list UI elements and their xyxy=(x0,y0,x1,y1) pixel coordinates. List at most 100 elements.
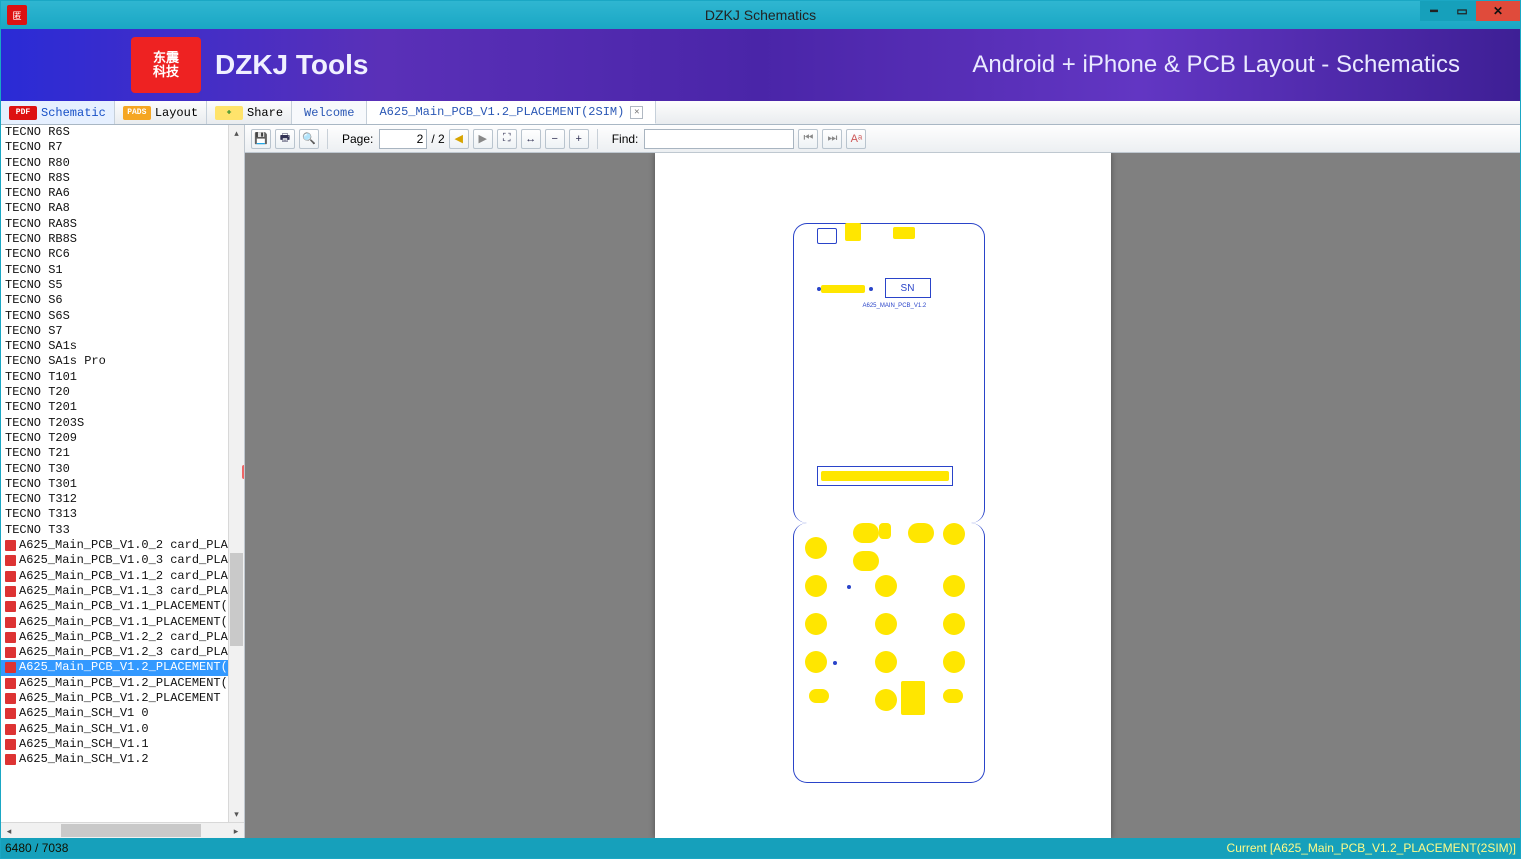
fit-page-icon[interactable]: ⛶ xyxy=(497,129,517,149)
side-tab-schematic-label: Schematic xyxy=(41,106,106,120)
doc-tab-welcome[interactable]: Welcome xyxy=(292,101,367,124)
highlight-icon[interactable]: Aᵃ xyxy=(846,129,866,149)
scroll-right-icon[interactable]: ▸ xyxy=(228,823,244,839)
tree-file[interactable]: A625_Main_PCB_V1.2_2 card_PLACEMENT xyxy=(1,630,228,645)
pad xyxy=(943,689,963,703)
zoom-out-icon[interactable]: − xyxy=(545,129,565,149)
tree-file[interactable]: A625_Main_PCB_V1.1_2 card_PLACEMENT xyxy=(1,569,228,584)
tree-file[interactable]: A625_Main_PCB_V1.0_2 card_PLACEMENT xyxy=(1,538,228,553)
pad xyxy=(805,575,827,597)
close-button[interactable]: ✕ xyxy=(1476,1,1520,21)
prev-page-icon[interactable]: ◀ xyxy=(449,129,469,149)
close-icon[interactable]: ✕ xyxy=(630,106,643,119)
tree-folder[interactable]: TECNO S6S xyxy=(1,309,228,324)
tree-file[interactable]: A625_Main_SCH_V1.0 xyxy=(1,722,228,737)
tree-folder[interactable]: TECNO T312 xyxy=(1,492,228,507)
tree-folder[interactable]: TECNO T203S xyxy=(1,416,228,431)
tree-file[interactable]: A625_Main_PCB_V1.2_PLACEMENT(3SIM) xyxy=(1,676,228,691)
search-page-icon[interactable]: 🔍 xyxy=(299,129,319,149)
component xyxy=(845,223,861,241)
sidebar-scrollbar-horizontal[interactable]: ◂ ▸ xyxy=(1,822,244,838)
find-label: Find: xyxy=(612,132,639,146)
scroll-left-icon[interactable]: ◂ xyxy=(1,823,17,839)
tree-folder[interactable]: TECNO T20 xyxy=(1,385,228,400)
tab-row: PDF Schematic PADS Layout ✚ Share Welcom… xyxy=(1,101,1520,125)
tree-folder[interactable]: TECNO RA8S xyxy=(1,217,228,232)
tree-folder[interactable]: TECNO T101 xyxy=(1,370,228,385)
tree-folder[interactable]: TECNO RC6 xyxy=(1,247,228,262)
tree-file-selected[interactable]: A625_Main_PCB_V1.2_PLACEMENT(2SIM) xyxy=(1,660,228,675)
tree-folder[interactable]: TECNO RB8S xyxy=(1,232,228,247)
document-viewer[interactable]: SN A625_MAIN_PCB_V1.2 xyxy=(245,153,1520,838)
tree-folder[interactable]: TECNO RA6 xyxy=(1,186,228,201)
tree-file[interactable]: A625_Main_PCB_V1.1_PLACEMENT(3SIM) xyxy=(1,615,228,630)
connector-frame xyxy=(817,466,953,486)
tree-folder[interactable]: TECNO S6 xyxy=(1,293,228,308)
tree-file[interactable]: A625_Main_PCB_V1.1_PLACEMENT(2SIM) xyxy=(1,599,228,614)
tree-folder[interactable]: TECNO R6S xyxy=(1,125,228,140)
tree-folder[interactable]: TECNO S1 xyxy=(1,263,228,278)
tree-folder[interactable]: TECNO T313 xyxy=(1,507,228,522)
connector xyxy=(821,285,865,293)
app-icon: 匿 xyxy=(7,5,27,25)
tree-folder[interactable]: TECNO SA1s Pro xyxy=(1,354,228,369)
tree-file[interactable]: A625_Main_SCH_V1.2 xyxy=(1,752,228,767)
find-prev-icon[interactable]: ⏮ xyxy=(798,129,818,149)
minimize-button[interactable]: ━ xyxy=(1420,1,1448,21)
pad xyxy=(805,537,827,559)
page-input[interactable] xyxy=(379,129,427,149)
pad xyxy=(805,613,827,635)
tree-file[interactable]: A625_Main_PCB_V1.2_PLACEMENT xyxy=(1,691,228,706)
find-next-icon[interactable]: ⏭ xyxy=(822,129,842,149)
scroll-down-icon[interactable]: ▾ xyxy=(229,806,244,822)
pad xyxy=(805,651,827,673)
fit-width-icon[interactable]: ↔ xyxy=(521,129,541,149)
pad xyxy=(875,613,897,635)
tree-folder[interactable]: TECNO R80 xyxy=(1,156,228,171)
tree-file[interactable]: A625_Main_SCH_V1 0 xyxy=(1,706,228,721)
separator xyxy=(327,129,328,149)
pads-badge-icon: PADS xyxy=(123,106,151,120)
tree-folder[interactable]: TECNO R8S xyxy=(1,171,228,186)
side-tab-share[interactable]: ✚ Share xyxy=(207,101,292,124)
maximize-button[interactable]: ▭ xyxy=(1448,1,1476,21)
print-icon[interactable]: 🖶 xyxy=(275,129,295,149)
brand-tagline: Android + iPhone & PCB Layout - Schemati… xyxy=(972,51,1460,79)
hscrollbar-thumb[interactable] xyxy=(61,824,201,837)
tree-folder[interactable]: TECNO SA1s xyxy=(1,339,228,354)
zoom-in-icon[interactable]: + xyxy=(569,129,589,149)
tree-file[interactable]: A625_Main_SCH_V1.1 xyxy=(1,737,228,752)
viewer-toolbar: 💾 🖶 🔍 Page: / 2 ◀ ▶ ⛶ ↔ − + Find: ⏮ ⏭ Aᵃ xyxy=(245,125,1520,153)
status-left: 6480 / 7038 xyxy=(5,841,68,855)
file-tree[interactable]: TECNO R6STECNO R7TECNO R80TECNO R8STECNO… xyxy=(1,125,244,822)
pdf-page: SN A625_MAIN_PCB_V1.2 xyxy=(655,153,1111,838)
tree-file[interactable]: A625_Main_PCB_V1.2_3 card_PLACEMENT xyxy=(1,645,228,660)
tree-folder[interactable]: TECNO RA8 xyxy=(1,201,228,216)
tree-folder[interactable]: TECNO T30 xyxy=(1,462,228,477)
side-tab-schematic[interactable]: PDF Schematic xyxy=(1,101,115,124)
scrollbar-thumb[interactable] xyxy=(230,553,243,646)
doc-tab-active[interactable]: A625_Main_PCB_V1.2_PLACEMENT(2SIM) ✕ xyxy=(367,101,656,124)
side-tab-layout[interactable]: PADS Layout xyxy=(115,101,207,124)
tree-file[interactable]: A625_Main_PCB_V1.1_3 card_PLACEMENT xyxy=(1,584,228,599)
tree-folder[interactable]: TECNO T209 xyxy=(1,431,228,446)
tree-folder[interactable]: TECNO S5 xyxy=(1,278,228,293)
scroll-up-icon[interactable]: ▴ xyxy=(229,125,244,141)
side-tab-layout-label: Layout xyxy=(155,106,198,120)
tree-folder[interactable]: TECNO T201 xyxy=(1,400,228,415)
next-page-icon[interactable]: ▶ xyxy=(473,129,493,149)
tree-folder[interactable]: TECNO S7 xyxy=(1,324,228,339)
splitter-handle[interactable] xyxy=(242,465,244,479)
separator xyxy=(597,129,598,149)
tree-folder[interactable]: TECNO T21 xyxy=(1,446,228,461)
window-title: DZKJ Schematics xyxy=(705,7,816,23)
page-total: / 2 xyxy=(431,132,444,146)
tree-folder[interactable]: TECNO T33 xyxy=(1,523,228,538)
find-input[interactable] xyxy=(644,129,794,149)
tree-file[interactable]: A625_Main_PCB_V1.0_3 card_PLACEMENT xyxy=(1,553,228,568)
tree-folder[interactable]: TECNO R7 xyxy=(1,140,228,155)
doc-tab-welcome-label: Welcome xyxy=(304,106,354,120)
tree-folder[interactable]: TECNO T301 xyxy=(1,477,228,492)
pad xyxy=(943,613,965,635)
save-icon[interactable]: 💾 xyxy=(251,129,271,149)
